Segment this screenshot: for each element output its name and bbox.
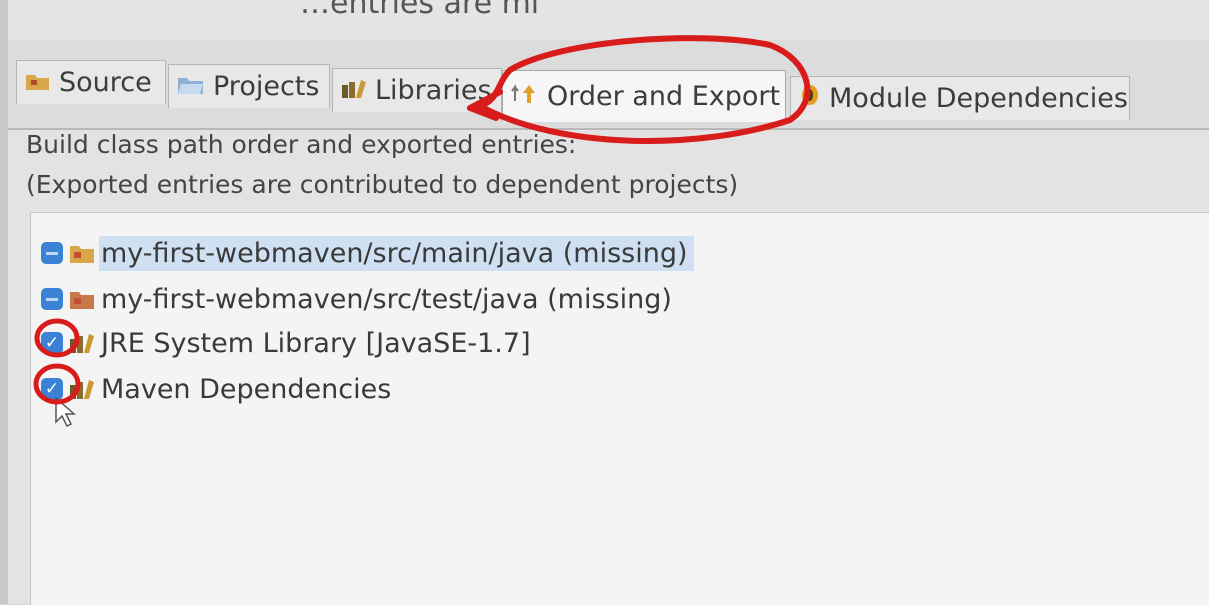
tab-bar: Source Projects Libraries Order and Expo…	[8, 50, 1209, 132]
library-icon	[69, 378, 95, 400]
classpath-entries-list[interactable]: my-first-webmaven/src/main/java (missing…	[30, 212, 1209, 605]
missing-entries-message: …entries are missing.	[300, 0, 540, 21]
list-item[interactable]: ✓ JRE System Library [JavaSE-1.7]	[31, 321, 537, 365]
window-edge	[0, 0, 8, 604]
list-item[interactable]: my-first-webmaven/src/test/java (missing…	[31, 277, 678, 321]
entry-label: my-first-webmaven/src/main/java (missing…	[99, 235, 694, 271]
tab-libraries[interactable]: Libraries	[332, 68, 502, 112]
description-line-2: (Exported entries are contributed to dep…	[26, 170, 739, 199]
export-checkbox[interactable]: ✓	[41, 332, 63, 354]
tab-order-and-export[interactable]: Order and Export	[502, 70, 786, 122]
description-line-1: Build class path order and exported entr…	[26, 130, 577, 159]
source-folder-icon	[69, 242, 95, 264]
projects-folder-icon	[177, 71, 205, 102]
list-item[interactable]: ✓ Maven Dependencies	[31, 367, 397, 411]
tab-source[interactable]: Source	[16, 60, 166, 104]
list-item[interactable]: my-first-webmaven/src/main/java (missing…	[31, 231, 694, 275]
order-export-icon	[511, 81, 539, 112]
library-icon	[69, 332, 95, 354]
export-checkbox[interactable]	[41, 288, 63, 310]
entry-label: Maven Dependencies	[101, 373, 392, 405]
dialog-top-strip	[0, 0, 1209, 40]
tab-module-dependencies[interactable]: Module Dependencies	[790, 76, 1130, 120]
entry-label: JRE System Library [JavaSE-1.7]	[101, 327, 531, 359]
source-folder-icon	[69, 288, 95, 310]
export-checkbox[interactable]	[41, 242, 63, 264]
export-checkbox[interactable]: ✓	[41, 378, 63, 400]
module-icon	[799, 83, 821, 114]
libraries-icon	[341, 75, 367, 106]
tab-projects[interactable]: Projects	[168, 64, 330, 108]
source-folder-icon	[25, 67, 51, 98]
entry-label: my-first-webmaven/src/test/java (missing…	[101, 283, 672, 315]
